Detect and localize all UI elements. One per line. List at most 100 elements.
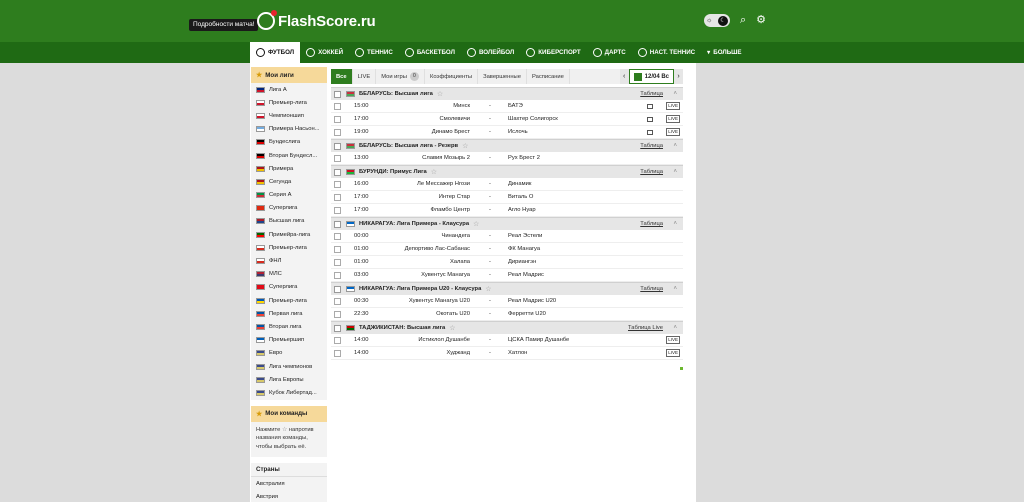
nav-item-basketball[interactable]: БАСКЕТБОЛ	[399, 42, 461, 63]
star-icon[interactable]: ☆	[462, 142, 468, 150]
sidebar-country-item[interactable]: Австрия	[251, 490, 327, 502]
sidebar-league-item[interactable]: Евро	[251, 347, 327, 360]
match-row[interactable]: 17:00 Смолевичи - Шахтер Солигорск LIVE	[331, 113, 683, 126]
sidebar-league-item[interactable]: Премьер-лига	[251, 294, 327, 307]
match-row[interactable]: 15:00 Минск - БАТЭ LIVE	[331, 100, 683, 113]
sidebar-league-item[interactable]: Примера Насьон...	[251, 123, 327, 136]
match-row[interactable]: 13:00 Славия Мозырь 2 - Рух Брест 2	[331, 152, 683, 165]
match-row[interactable]: 03:00 Хувентус Манагуа - Реал Мадрис	[331, 269, 683, 282]
sidebar-league-item[interactable]: МЛС	[251, 268, 327, 281]
match-row[interactable]: 01:00 Халапа - Дириангэн	[331, 256, 683, 269]
nav-item-esports[interactable]: КИБЕРСПОРТ	[520, 42, 586, 63]
collapse-icon[interactable]: ˄	[673, 91, 677, 97]
search-icon[interactable]: ⌕	[740, 14, 746, 27]
league-checkbox[interactable]	[334, 168, 341, 176]
standings-link[interactable]: Таблица	[640, 221, 663, 227]
nav-item-chevron-down[interactable]: ▾ БОЛЬШЕ	[701, 42, 747, 63]
match-row[interactable]: 01:00 Депортиво Лас-Сабанас - ФК Манагуа	[331, 243, 683, 256]
nav-item-football[interactable]: ФУТБОЛ	[250, 42, 301, 63]
match-row[interactable]: 16:00 Ле Мессажер Нгози - Динамик	[331, 178, 683, 191]
date-selector[interactable]: 12/04 Вс	[628, 69, 674, 84]
collapse-icon[interactable]: ˄	[673, 325, 677, 331]
match-row[interactable]: 19:00 Динамо Брест - Ислочь LIVE	[331, 126, 683, 139]
tab-1[interactable]: LIVE	[353, 69, 377, 84]
league-checkbox[interactable]	[334, 324, 341, 332]
collapse-icon[interactable]: ˄	[673, 221, 677, 227]
star-icon[interactable]: ☆	[449, 324, 455, 332]
standings-link[interactable]: Таблица	[640, 143, 663, 149]
sidebar-league-item[interactable]: Лига А	[251, 83, 327, 96]
match-row[interactable]: 17:00 Фламбо Центр - Агло Нуар	[331, 204, 683, 217]
next-day-button[interactable]: ›	[674, 69, 683, 84]
match-checkbox[interactable]	[334, 271, 341, 279]
sidebar-league-item[interactable]: Суперлига	[251, 202, 327, 215]
match-checkbox[interactable]	[334, 232, 341, 240]
league-checkbox[interactable]	[334, 142, 341, 150]
match-checkbox[interactable]	[334, 336, 341, 344]
nav-item-table-tennis[interactable]: НАСТ. ТЕННИС	[632, 42, 701, 63]
sidebar-league-item[interactable]: Вторая Бундесл...	[251, 149, 327, 162]
league-checkbox[interactable]	[334, 220, 341, 228]
live-badge[interactable]: LIVE	[666, 102, 680, 110]
league-name[interactable]: БУРУНДИ: Примус Лига	[359, 169, 427, 175]
sidebar-league-item[interactable]: Сегунда	[251, 175, 327, 188]
sidebar-league-item[interactable]: Лига чемпионов	[251, 360, 327, 373]
match-checkbox[interactable]	[334, 102, 341, 110]
sidebar-league-item[interactable]: Премьершип	[251, 334, 327, 347]
match-checkbox[interactable]	[334, 297, 341, 305]
sidebar-country-item[interactable]: Австралия	[251, 477, 327, 490]
tab-3[interactable]: Коэффициенты	[425, 69, 479, 84]
live-badge[interactable]: LIVE	[666, 336, 680, 344]
match-checkbox[interactable]	[334, 154, 341, 162]
nav-item-hockey[interactable]: ХОККЕЙ	[300, 42, 349, 63]
match-row[interactable]: 00:00 Чинандега - Реал Эстели	[331, 230, 683, 243]
standings-link[interactable]: Таблица Live	[628, 325, 663, 331]
sidebar-league-item[interactable]: Серия А	[251, 189, 327, 202]
tab-5[interactable]: Расписание	[527, 69, 570, 84]
standings-link[interactable]: Таблица	[640, 169, 663, 175]
league-checkbox[interactable]	[334, 90, 341, 98]
league-name[interactable]: БЕЛАРУСЬ: Высшая лига - Резерв	[359, 143, 458, 149]
prev-day-button[interactable]: ‹	[619, 69, 629, 84]
match-row[interactable]: 00:30 Хувентус Манагуа U20 - Реал Мадрис U2…	[331, 295, 683, 308]
live-badge[interactable]: LIVE	[666, 115, 680, 123]
logo[interactable]: FlashScore.ru	[257, 10, 376, 31]
standings-link[interactable]: Таблица	[640, 286, 663, 292]
star-icon[interactable]: ☆	[431, 168, 437, 176]
sidebar-league-item[interactable]: Премьер-лига	[251, 241, 327, 254]
sidebar-league-item[interactable]: Кубок Либертад...	[251, 386, 327, 399]
match-row[interactable]: 17:00 Интер Стар - Виталь О	[331, 191, 683, 204]
tab-4[interactable]: Завершенные	[478, 69, 527, 84]
match-checkbox[interactable]	[334, 115, 341, 123]
theme-toggle[interactable]: ☼ ☾	[703, 14, 730, 27]
sidebar-league-item[interactable]: Бундеслига	[251, 136, 327, 149]
match-checkbox[interactable]	[334, 128, 341, 136]
match-checkbox[interactable]	[334, 349, 341, 357]
gear-icon[interactable]: ⚙	[756, 14, 766, 27]
match-checkbox[interactable]	[334, 258, 341, 266]
sidebar-league-item[interactable]: Премьер-лига	[251, 96, 327, 109]
match-row[interactable]: 22:30 Окотать U20 - Ферретти U20	[331, 308, 683, 321]
star-icon[interactable]: ☆	[485, 285, 491, 293]
match-row[interactable]: 14:00 Худжанд - Хатлон LIVE	[331, 347, 683, 360]
sidebar-league-item[interactable]: Примера	[251, 162, 327, 175]
match-row[interactable]: 14:00 Истиклол Душанбе - ЦСКА Памир Душанбе…	[331, 334, 683, 347]
collapse-icon[interactable]: ˄	[673, 286, 677, 292]
star-icon[interactable]: ☆	[437, 90, 443, 98]
league-name[interactable]: НИКАРАГУА: Лига Примера U20 - Клаусура	[359, 286, 481, 292]
nav-item-volleyball[interactable]: ВОЛЕЙБОЛ	[461, 42, 520, 63]
league-name[interactable]: БЕЛАРУСЬ: Высшая лига	[359, 91, 433, 97]
sidebar-league-item[interactable]: Первая лига	[251, 307, 327, 320]
sidebar-league-item[interactable]: Лига Европы	[251, 373, 327, 386]
collapse-icon[interactable]: ˄	[673, 143, 677, 149]
star-icon[interactable]: ☆	[473, 220, 479, 228]
standings-link[interactable]: Таблица	[640, 91, 663, 97]
match-checkbox[interactable]	[334, 310, 341, 318]
league-name[interactable]: ТАДЖИКИСТАН: Высшая лига	[359, 325, 445, 331]
match-checkbox[interactable]	[334, 206, 341, 214]
sidebar-league-item[interactable]: Высшая лига	[251, 215, 327, 228]
league-name[interactable]: НИКАРАГУА: Лига Примера - Клаусура	[359, 221, 469, 227]
sidebar-league-item[interactable]: Примейра-лига	[251, 228, 327, 241]
sidebar-league-item[interactable]: ФНЛ	[251, 254, 327, 267]
league-checkbox[interactable]	[334, 285, 341, 293]
